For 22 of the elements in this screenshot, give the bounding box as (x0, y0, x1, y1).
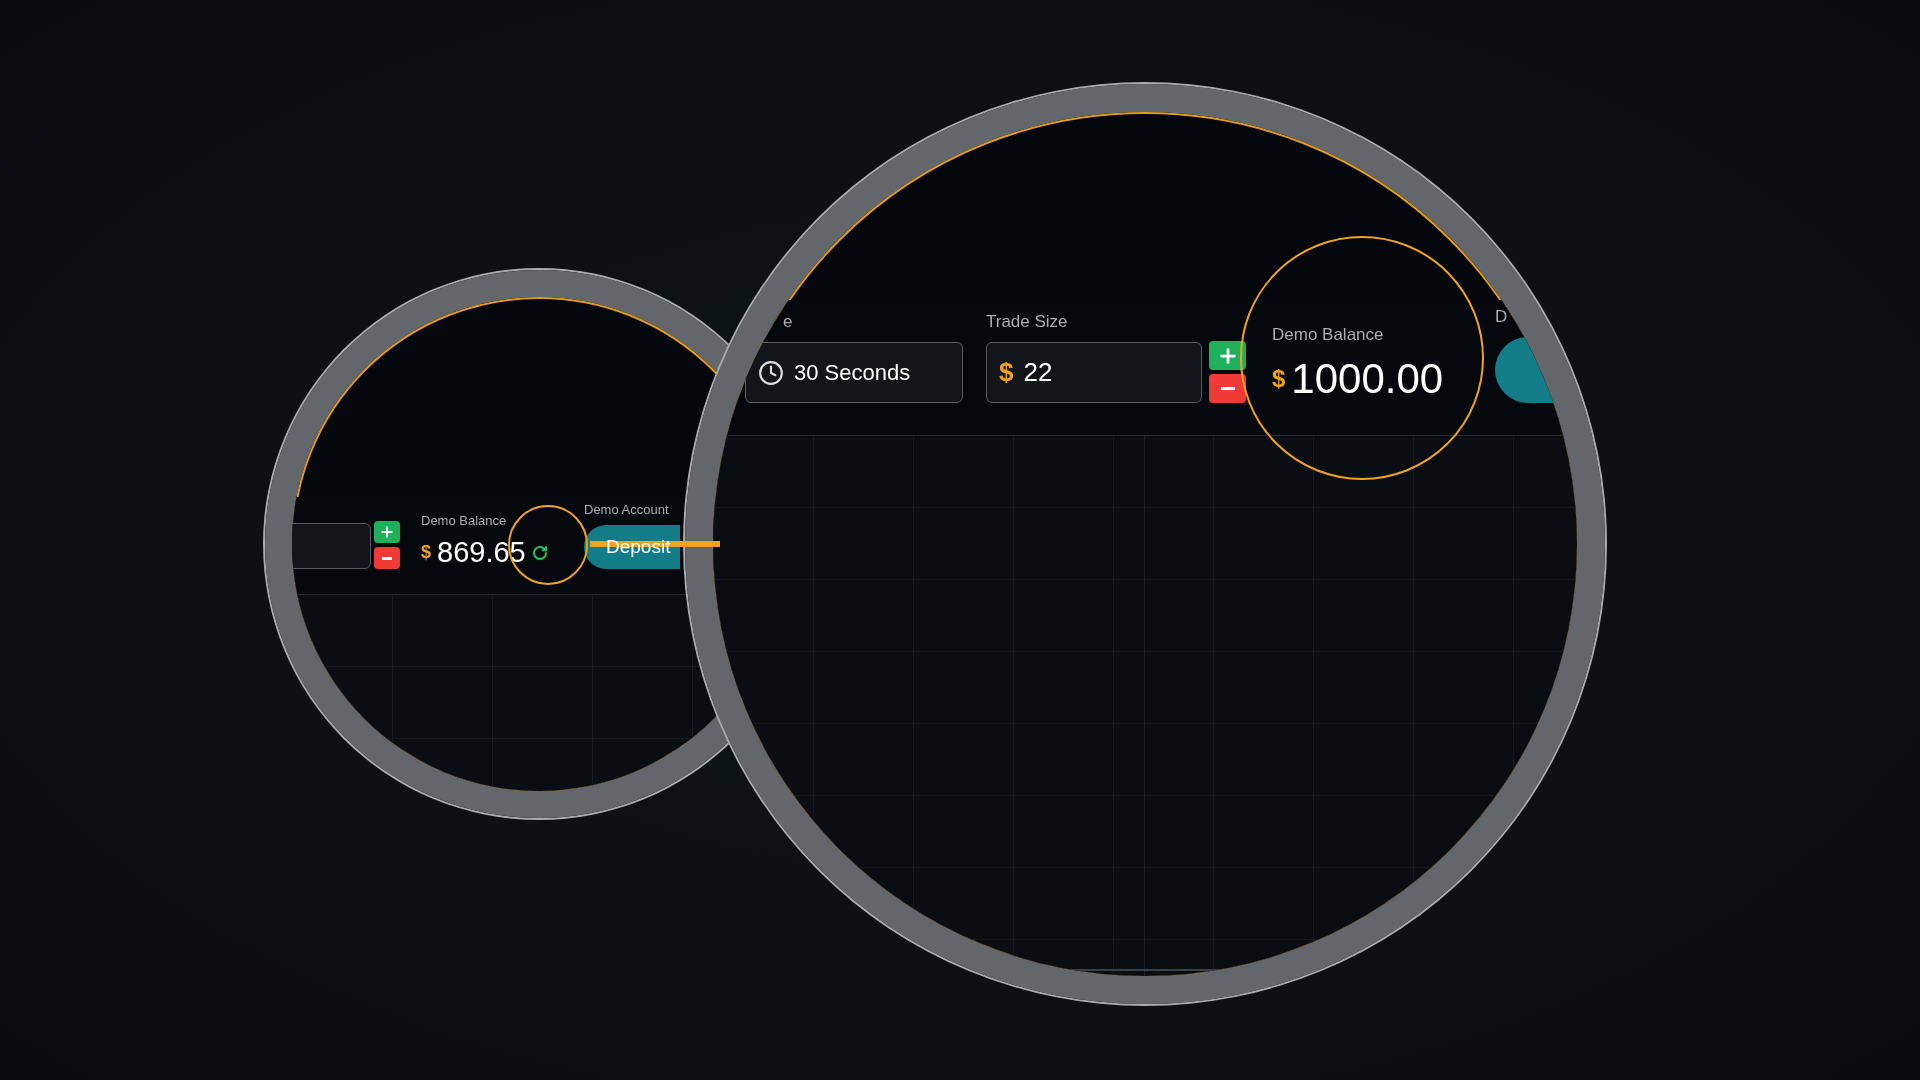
currency-symbol: $ (1272, 365, 1286, 393)
minus-icon (382, 556, 392, 560)
deposit-button[interactable]: Deposit (584, 525, 680, 569)
trade-size-field[interactable]: $ 22 (986, 342, 1202, 403)
trade-size-label: Trade Size (986, 312, 1068, 332)
plus-icon (379, 524, 395, 540)
input-field[interactable] (292, 523, 371, 569)
clock-icon (758, 359, 784, 386)
currency-symbol: $ (421, 542, 431, 563)
account-label: D (1495, 307, 1508, 327)
time-field[interactable]: 30 Seconds (745, 342, 963, 403)
refresh-icon[interactable] (531, 544, 548, 561)
time-label: e (783, 312, 793, 332)
minus-button[interactable] (1209, 374, 1246, 403)
balance-value: 1000.00 (1291, 355, 1444, 403)
plus-button[interactable] (1209, 341, 1246, 370)
minus-button[interactable] (374, 547, 400, 569)
plus-button[interactable] (374, 521, 400, 543)
minus-icon (1220, 387, 1235, 390)
balance-label: Demo Balance (1272, 325, 1384, 345)
balance-label: Demo Balance (421, 513, 507, 528)
account-label: Demo Account (584, 502, 669, 517)
